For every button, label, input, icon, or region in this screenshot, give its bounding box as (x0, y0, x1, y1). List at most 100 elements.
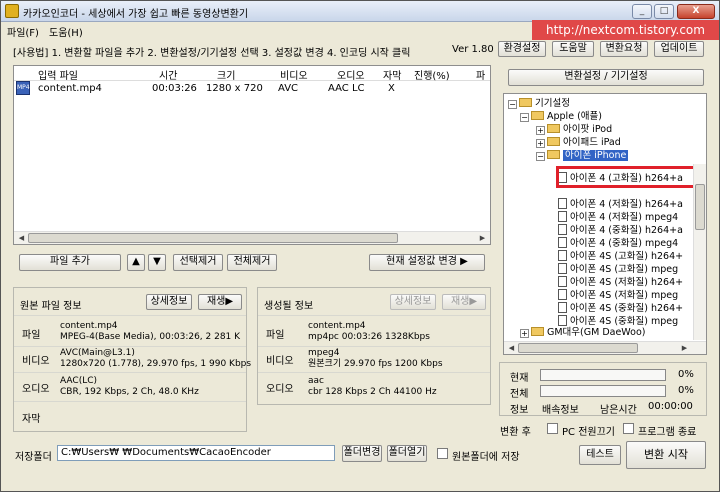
file-list-header: 입력 파일 시간 크기 비디오 오디오 자막 진행(%) 파 (14, 66, 490, 82)
tree-preset-item[interactable]: 아이폰 4S (중화질) h264+ (558, 302, 683, 315)
output-info-group: 생성될 정보 상세정보 재생▶ 파일 content.mp4 mp4pc 00:… (257, 287, 491, 405)
tree-folder-item[interactable]: − 아이폰 iPhone (536, 149, 629, 162)
menu-help[interactable]: 도움(H) (49, 24, 83, 39)
scroll-thumb[interactable] (28, 233, 398, 243)
current-label: 현재 (510, 373, 529, 384)
apply-settings-button[interactable]: 현재 설정값 변경 ▶ (369, 254, 485, 271)
scroll-right-icon[interactable]: ▶ (476, 232, 489, 244)
title-bar: 카카오인코더 - 세상에서 가장 쉽고 빠른 동영상변환기 _ □ X (1, 1, 719, 22)
window-title: 카카오인코더 - 세상에서 가장 쉽고 빠른 동영상변환기 (23, 9, 249, 20)
open-folder-button[interactable]: 폴더열기 (387, 445, 427, 462)
version-label: Ver 1.80 (452, 44, 494, 55)
start-convert-button[interactable]: 변환 시작 (626, 441, 706, 469)
file-list-hscrollbar[interactable]: ◀ ▶ (14, 231, 490, 244)
tree-preset-item[interactable]: 아이폰 4S (고화질) mpeg (558, 263, 678, 276)
collapse-icon[interactable]: − (536, 152, 545, 161)
preset-file-icon (558, 237, 567, 248)
folder-icon (531, 111, 544, 120)
tree-scroll-left-icon[interactable]: ◀ (505, 342, 518, 354)
tree-folder-item[interactable]: + 아이패드 iPad (536, 136, 621, 149)
collapse-icon[interactable]: − (508, 100, 517, 109)
settings-tree[interactable]: − 기기설정 − Apple (애플) + 아이팟 iPod + 아이패드 iPad − 아이폰 … (503, 93, 707, 355)
col-more[interactable]: 파 (476, 67, 485, 82)
source-file-name: content.mp4 (60, 321, 118, 331)
expand-icon[interactable]: + (520, 329, 529, 338)
tree-preset-item[interactable]: 아이폰 4S (저화질) mpeg (558, 289, 678, 302)
tree-folder-item[interactable]: + GM대우(GM DaeWoo) (520, 326, 645, 339)
program-exit-label: 프로그램 종료 (638, 427, 697, 438)
expand-icon[interactable]: + (536, 139, 545, 148)
total-label: 전체 (510, 389, 529, 400)
source-video-codec: AVC(Main@L3.1) (60, 348, 135, 358)
tree-preset-item[interactable]: 아이폰 4 (중화질) h264+a (558, 224, 683, 237)
test-button[interactable]: 테스트 (579, 445, 621, 465)
maximize-button[interactable]: □ (654, 4, 674, 19)
col-input-file[interactable]: 입력 파일 (38, 67, 78, 82)
tree-preset-item[interactable]: 아이폰 4S (고화질) h264+ (558, 250, 683, 263)
cell-subtitle: X (388, 83, 395, 94)
move-down-button[interactable]: ▼ (148, 254, 166, 271)
request-button[interactable]: 변환요청 (600, 41, 648, 57)
save-folder-label: 저장폴더 (15, 452, 52, 463)
tree-folder-item[interactable]: + 아이팟 iPod (536, 123, 612, 136)
settings-button[interactable]: 환경설정 (498, 41, 546, 57)
program-exit-checkbox[interactable] (623, 423, 634, 434)
output-play-button[interactable]: 재생▶ (442, 294, 486, 310)
tree-preset-item[interactable]: 아이폰 4 (중화질) mpeg4 (558, 237, 678, 250)
preset-file-icon (558, 263, 567, 274)
help-button[interactable]: 도움말 (552, 41, 594, 57)
col-progress[interactable]: 진행(%) (414, 67, 450, 82)
output-audio-label: 오디오 (266, 384, 294, 395)
remove-selected-button[interactable]: 선택제거 (173, 254, 223, 271)
minimize-button[interactable]: _ (632, 4, 652, 19)
col-time[interactable]: 시간 (159, 67, 177, 82)
tree-item-label: 아이폰 4S (고화질) mpeg (570, 264, 679, 275)
col-size[interactable]: 크기 (217, 67, 235, 82)
preset-file-icon (558, 315, 567, 326)
move-up-button[interactable]: ▲ (127, 254, 145, 271)
output-detail-button[interactable]: 상세정보 (390, 294, 436, 310)
source-detail-button[interactable]: 상세정보 (146, 294, 192, 310)
output-file-format: mp4pc 00:03:26 1328Kbps (308, 332, 430, 342)
remove-all-button[interactable]: 전체제거 (227, 254, 277, 271)
total-progress-bar (540, 385, 666, 397)
cell-time: 00:03:26 (152, 83, 197, 94)
change-folder-button[interactable]: 폴더변경 (342, 445, 382, 462)
tree-preset-item[interactable]: 아이폰 4 (저화질) mpeg4 (558, 211, 678, 224)
col-video[interactable]: 비디오 (280, 67, 308, 82)
tree-folder-item[interactable]: − 기기설정 (508, 97, 570, 110)
save-folder-input[interactable]: C:₩Users₩ ₩Documents₩CacaoEncoder (57, 445, 335, 461)
tree-hscrollbar[interactable]: ◀ ▶ (504, 341, 706, 354)
tree-vscrollbar[interactable] (693, 164, 706, 340)
pc-off-checkbox[interactable] (547, 423, 558, 434)
tree-item-label: 아이폰 4S (고화질) h264+ (570, 251, 684, 262)
tree-item-label: Apple (애플) (547, 111, 602, 122)
info-label: 정보 (510, 405, 529, 416)
menu-file[interactable]: 파일(F) (7, 24, 39, 39)
collapse-icon[interactable]: − (520, 113, 529, 122)
source-play-button[interactable]: 재생▶ (198, 294, 242, 310)
folder-icon (547, 150, 560, 159)
tree-folder-item[interactable]: − Apple (애플) (520, 110, 602, 123)
progress-group: 현재 0% 전체 0% 정보 배속정보 남은시간 00:00:00 (499, 362, 707, 416)
tree-scroll-right-icon[interactable]: ▶ (678, 342, 691, 354)
tree-item-label: GM대우(GM DaeWoo) (547, 327, 646, 338)
output-file-name: content.mp4 (308, 321, 366, 331)
same-folder-checkbox[interactable] (437, 448, 448, 459)
settings-tree-header[interactable]: 변환설정 / 기기설정 (508, 69, 704, 86)
output-audio-codec: aac (308, 376, 324, 386)
source-video-detail: 1280x720 (1.778), 29.970 fps, 1 990 Kbps (60, 359, 252, 369)
close-button[interactable]: X (677, 4, 715, 19)
col-audio[interactable]: 오디오 (337, 67, 365, 82)
tree-scroll-thumb[interactable] (695, 184, 705, 230)
expand-icon[interactable]: + (536, 126, 545, 135)
tree-item-label: 기기설정 (535, 98, 570, 109)
scroll-left-icon[interactable]: ◀ (15, 232, 28, 244)
file-list[interactable]: 입력 파일 시간 크기 비디오 오디오 자막 진행(%) 파 MP4 conte… (13, 65, 491, 245)
add-file-button[interactable]: 파일 추가 (19, 254, 121, 271)
tree-preset-item[interactable]: 아이폰 4S (저화질) h264+ (558, 276, 683, 289)
tree-preset-item[interactable]: 아이폰 4 (저화질) h264+a (558, 198, 683, 211)
col-subtitle[interactable]: 자막 (383, 67, 401, 82)
update-button[interactable]: 업데이트 (654, 41, 704, 57)
tree-hscroll-thumb[interactable] (518, 343, 638, 353)
